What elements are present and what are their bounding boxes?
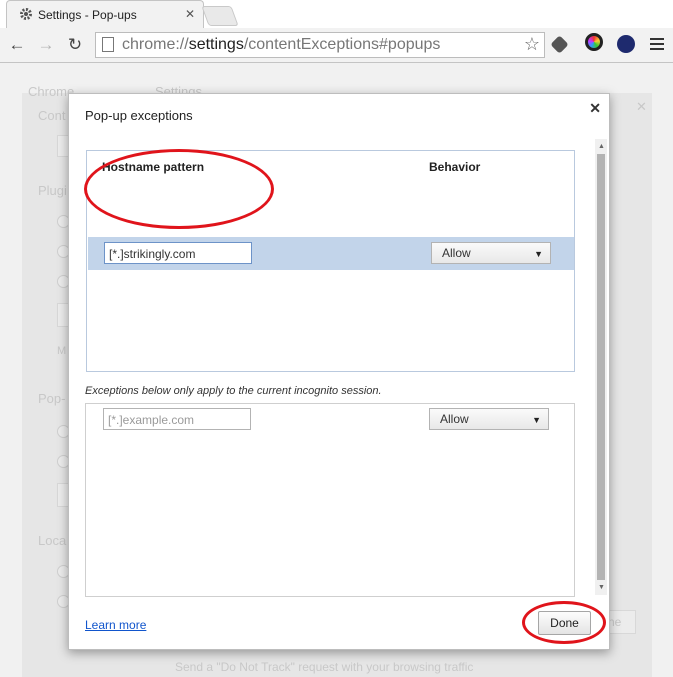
bg-text: Send a "Do Not Track" request with your … <box>175 660 474 674</box>
behavior-select[interactable]: Allow ▼ <box>431 242 551 264</box>
address-bar[interactable]: chrome://settings/contentExceptions#popu… <box>95 32 545 58</box>
forward-icon[interactable]: → <box>35 34 57 56</box>
bg-close-icon: ✕ <box>636 99 647 114</box>
browser-toolbar: ← → ↻ chrome://settings/contentException… <box>0 28 673 63</box>
dropdown-arrow-icon: ▼ <box>532 415 541 425</box>
tab-title: Settings - Pop-ups <box>38 8 137 22</box>
extension-download-icon[interactable] <box>617 35 635 53</box>
gear-icon <box>20 8 32 20</box>
bg-text: Loca <box>38 533 67 548</box>
popup-exceptions-dialog: Pop-up exceptions ✕ [*.]strikingly.com A… <box>68 93 610 650</box>
scroll-up-icon[interactable]: ▲ <box>598 143 605 150</box>
reload-icon[interactable]: ↻ <box>64 34 86 56</box>
annotation-ellipse-done <box>522 601 606 644</box>
dialog-title: Pop-up exceptions <box>85 108 193 123</box>
dropdown-arrow-icon: ▼ <box>534 249 543 259</box>
bg-text: Plugi <box>38 183 67 198</box>
table-row[interactable]: [*.]strikingly.com Allow ▼ <box>88 237 574 270</box>
page-icon <box>102 37 114 52</box>
bg-text: ne <box>608 615 622 629</box>
menu-icon[interactable] <box>650 36 664 53</box>
learn-more-link[interactable]: Learn more <box>85 618 146 632</box>
scrollbar-thumb[interactable] <box>597 154 605 580</box>
incognito-note: Exceptions below only apply to the curre… <box>85 385 382 397</box>
bg-text: M <box>57 345 67 357</box>
extension-hexagon-icon[interactable] <box>550 35 569 54</box>
bookmark-star-icon[interactable]: ☆ <box>524 34 540 55</box>
incognito-hostname-input[interactable]: [*.]example.com <box>103 408 251 430</box>
new-tab-button[interactable] <box>201 6 239 26</box>
tab-close-icon[interactable]: ✕ <box>185 7 195 21</box>
url-text: chrome://settings/contentExceptions#popu… <box>122 36 441 53</box>
scroll-down-icon[interactable]: ▼ <box>598 584 605 591</box>
dialog-close-icon[interactable]: ✕ <box>589 100 601 117</box>
tab-strip: Settings - Pop-ups ✕ <box>0 0 673 29</box>
incognito-exceptions-list: [*.]example.com Allow ▼ <box>85 403 575 597</box>
bg-text: Cont <box>38 108 66 123</box>
tab-settings-popups[interactable]: Settings - Pop-ups ✕ <box>6 0 204 29</box>
incognito-behavior-select[interactable]: Allow ▼ <box>429 408 549 430</box>
annotation-ellipse-hostname <box>84 149 274 229</box>
back-icon[interactable]: ← <box>6 34 28 56</box>
column-header-behavior: Behavior <box>429 160 481 174</box>
bg-text: Pop- <box>38 391 66 406</box>
extension-color-icon[interactable] <box>585 33 603 51</box>
hostname-pattern-input[interactable]: [*.]strikingly.com <box>104 242 252 264</box>
dialog-scrollbar[interactable]: ▲ ▼ <box>595 139 607 595</box>
